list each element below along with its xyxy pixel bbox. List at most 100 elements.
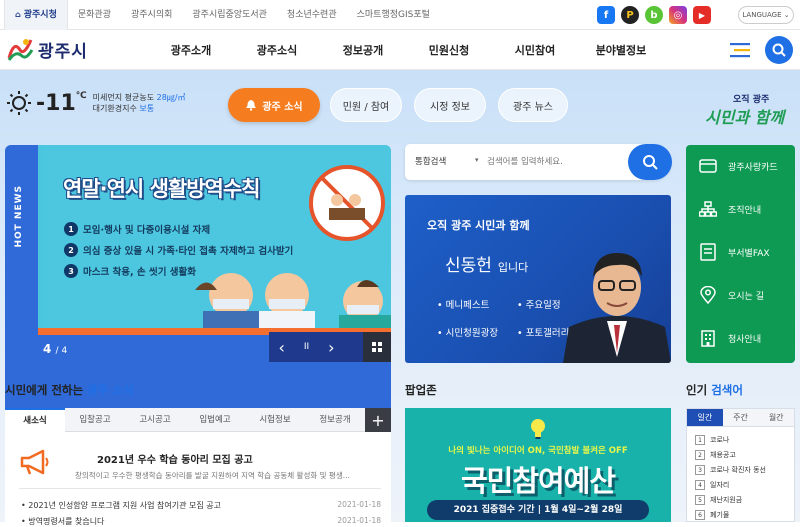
toplink-council[interactable]: 광주시의회 — [121, 0, 182, 30]
quick-link-fax[interactable]: 부서별FAX — [686, 234, 795, 270]
tab-gwangju-news[interactable]: 광주 소식 — [228, 88, 320, 122]
mayor-link-gallery[interactable]: • 포토갤러리 — [517, 325, 569, 339]
nav-info[interactable]: 정보공개 — [320, 42, 406, 58]
quick-links: 광주사랑카드 조직안내 부서별FAX 오시는 길 청사안내 — [686, 145, 795, 363]
banner-item: 3 마스크 착용, 손 씻기 생활화 — [64, 264, 196, 278]
toplink-culture[interactable]: 문화관광 — [68, 0, 121, 30]
more-news-button[interactable]: + — [365, 408, 391, 432]
city-logo-icon — [7, 39, 34, 61]
prev-button[interactable]: ‹ — [278, 338, 284, 357]
toplink-city-hall[interactable]: ⌂ 광주시청 — [4, 0, 68, 30]
hot-news-label: HOT NEWS — [14, 185, 24, 248]
popular-tabs: 일간 주간 월간 — [687, 409, 795, 427]
search-input[interactable] — [487, 152, 627, 172]
search-submit-button[interactable] — [628, 144, 672, 180]
toplink-library[interactable]: 광주시립중앙도서관 — [182, 0, 277, 30]
tab-disclosure[interactable]: 정보공개 — [305, 408, 365, 432]
banner-title: 연말·연시 생활방역수칙 — [63, 177, 260, 201]
tab-new-news[interactable]: 새소식 — [5, 408, 65, 432]
facebook-icon[interactable]: f — [597, 6, 615, 24]
popular-item[interactable]: 1 코로나 — [695, 435, 729, 445]
fax-icon — [698, 242, 718, 262]
tab-bids[interactable]: 입찰공고 — [65, 408, 125, 432]
next-button[interactable]: › — [328, 338, 334, 357]
tab-legislation[interactable]: 입법예고 — [185, 408, 245, 432]
popup-section-title: 팝업존 — [405, 383, 437, 397]
featured-news-desc: 창의적이고 우수한 평생학습 동아리를 발굴 지원하여 지역 학습 공동체 활성… — [75, 471, 350, 480]
instagram-icon[interactable]: ◎ — [669, 6, 687, 24]
pause-button[interactable]: II — [304, 342, 309, 352]
nav-intro[interactable]: 광주소개 — [148, 42, 234, 58]
popup-date: 2021 집중접수 기간 | 1월 4일~2월 28일 — [427, 500, 649, 520]
building-icon — [698, 328, 718, 348]
quick-link-love-card[interactable]: 광주사랑카드 — [686, 148, 795, 184]
popular-item[interactable]: 3 코로나 확진자 동선 — [695, 465, 766, 475]
popular-section-title: 인기 검색어 — [686, 383, 743, 397]
main-nav: 광주소개 광주소식 정보공개 민원신청 시민참여 분야별정보 — [148, 30, 664, 70]
search-category[interactable]: 통합검색 — [415, 155, 446, 167]
banner-item: 1 모임·행사 및 다중이용시설 자제 — [64, 222, 210, 236]
tab-monthly[interactable]: 월간 — [758, 409, 795, 427]
quick-link-directions[interactable]: 오시는 길 — [686, 277, 795, 313]
city-slogan: 오직 광주 시민과 함께 — [705, 95, 785, 127]
quick-link-building[interactable]: 청사안내 — [686, 320, 795, 356]
main-header: 광주시 광주소개 광주소식 정보공개 민원신청 시민참여 분야별정보 — [0, 30, 800, 70]
banner-item: 2 의심 증상 있을 시 가족·타인 접촉 자제하고 검사받기 — [64, 243, 293, 257]
popular-item[interactable]: 2 채용공고 — [695, 450, 736, 460]
popular-item[interactable]: 4 일자리 — [695, 480, 729, 490]
menu-icon[interactable] — [730, 42, 750, 58]
mayor-photo — [563, 253, 671, 363]
grid-icon — [372, 342, 382, 352]
lightbulb-icon — [531, 419, 545, 439]
family-site-links: ⌂ 광주시청 문화관광 광주시의회 광주시립중앙도서관 청소년수련관 스마트행정G… — [4, 0, 440, 30]
site-logo[interactable]: 광주시 — [6, 36, 88, 62]
tab-notices[interactable]: 고시공고 — [125, 408, 185, 432]
org-chart-icon — [698, 199, 718, 219]
map-pin-icon — [698, 285, 718, 305]
mayor-link-manifesto[interactable]: • 메니페스트 — [437, 297, 489, 311]
popular-searches: 일간 주간 월간 1 코로나 2 채용공고 3 코로나 확진자 동선 4 일자리 5 재난… — [686, 408, 795, 522]
news-list-item[interactable]: • 2021년 인성함양 프로그램 지원 사업 참여기관 모집 공고 2021-0… — [21, 500, 381, 511]
tab-weekly[interactable]: 주간 — [722, 409, 759, 427]
temperature: -11℃ — [36, 90, 87, 116]
tab-daily[interactable]: 일간 — [687, 409, 723, 427]
home-icon: ⌂ — [15, 10, 21, 19]
mayor-slogan: 오직 광주 시민과 함께 — [427, 219, 530, 232]
blog-icon[interactable]: b — [645, 6, 663, 24]
toplink-youth[interactable]: 청소년수련관 — [277, 0, 347, 30]
mayor-link-schedule[interactable]: • 주요일정 — [517, 297, 561, 311]
mayor-link-petition[interactable]: • 시민청원광장 — [437, 325, 498, 339]
popular-item[interactable]: 6 폐기물 — [695, 510, 729, 520]
header-search-button[interactable] — [765, 36, 793, 64]
slide-counter: 4 / 4 — [43, 342, 68, 356]
quick-link-organization[interactable]: 조직안내 — [686, 191, 795, 227]
tab-city-info[interactable]: 시정 정보 — [414, 88, 486, 122]
nav-participation[interactable]: 시민참여 — [492, 42, 578, 58]
megaphone-icon — [20, 449, 49, 475]
integrated-search: 통합검색 ▾ — [405, 144, 672, 180]
mayor-panel: 오직 광주 시민과 함께 신동헌 입니다 • 메니페스트 • 주요일정 • 시민청… — [405, 195, 671, 363]
youtube-icon[interactable]: ▶ — [693, 6, 711, 24]
featured-news-title[interactable]: 2021년 우수 학습 동아리 모집 공고 — [97, 451, 253, 466]
bell-icon — [246, 100, 257, 111]
nav-fields[interactable]: 분야별정보 — [578, 42, 664, 58]
tab-civil-participation[interactable]: 민원 / 참여 — [330, 88, 402, 122]
nav-civil[interactable]: 민원신청 — [406, 42, 492, 58]
all-slides-button[interactable] — [363, 332, 391, 362]
social-links: f P b ◎ ▶ — [597, 6, 711, 24]
popular-item[interactable]: 5 재난지원금 — [695, 495, 742, 505]
news-tabs: 새소식 입찰공고 고시공고 입법예고 시험정보 정보공개 — [5, 408, 391, 432]
weather-widget: -11℃ 미세먼지 평균농도 28㎍/㎥ 대기환경지수 보통 — [6, 90, 186, 116]
news-section-title: 시민에게 전하는 광주 소식 — [5, 383, 134, 397]
tab-city-news[interactable]: 광주 뉴스 — [498, 88, 568, 122]
nav-news[interactable]: 광주소식 — [234, 42, 320, 58]
card-icon — [698, 156, 718, 176]
kakao-icon[interactable]: P — [621, 6, 639, 24]
search-icon — [772, 43, 786, 57]
language-select[interactable]: LANGUAGE ⌄ — [738, 6, 794, 24]
tab-exams[interactable]: 시험정보 — [245, 408, 305, 432]
toplink-gis[interactable]: 스마트행정GIS포털 — [347, 0, 440, 30]
chevron-down-icon: ⌄ — [783, 11, 790, 19]
news-board: 새소식 입찰공고 고시공고 입법예고 시험정보 정보공개 + 2021년 우수 … — [5, 408, 391, 526]
popup-zone-banner[interactable]: 나의 빛나는 아이디어 ON, 국민참발 불켜은 OFF 국민참여예산 2021… — [405, 408, 671, 522]
